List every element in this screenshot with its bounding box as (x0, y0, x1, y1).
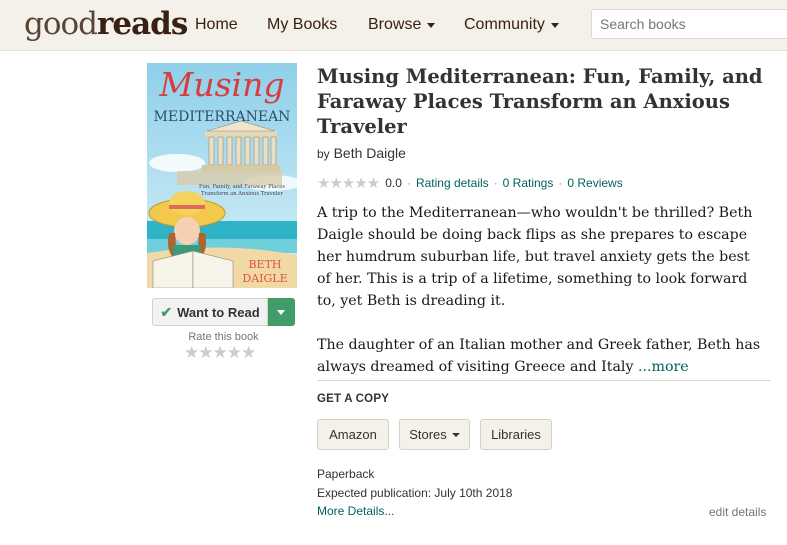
cover-title-caps: MEDITERRANEAN (154, 109, 291, 125)
publication-date: Expected publication: July 10th 2018 (317, 486, 513, 500)
nav-community[interactable]: Community (464, 0, 559, 50)
search-input[interactable] (591, 9, 787, 39)
nav-my-books[interactable]: My Books (267, 0, 337, 50)
top-navigation-bar: goodreads Home My Books Browse Community (0, 0, 787, 51)
ratings-count-link[interactable]: 0 Ratings (503, 176, 554, 190)
book-format: Paperback (317, 467, 375, 481)
edition-details: Paperback Expected publication: July 10t… (317, 465, 512, 503)
rate-star-icon[interactable]: ★ (198, 343, 213, 362)
nav-community-label: Community (464, 16, 545, 33)
average-rating-stars-icon: ★★★★★ (317, 175, 380, 192)
nav-my-books-label: My Books (267, 16, 338, 33)
rating-summary: ★★★★★ 0.0 · Rating details · 0 Ratings ·… (317, 174, 623, 192)
rate-star-icon[interactable]: ★ (241, 343, 256, 362)
author-byline: by Beth Daigle (317, 145, 406, 161)
cover-author-first: BETH (248, 258, 281, 271)
stores-dropdown-button[interactable]: Stores (399, 419, 470, 450)
want-to-read-button[interactable]: ✔ Want to Read (152, 298, 268, 326)
cover-author-last: DAIGLE (242, 272, 287, 285)
rate-star-icon[interactable]: ★ (227, 343, 242, 362)
cover-title-script: Musing (159, 65, 285, 104)
amazon-label: Amazon (329, 427, 377, 442)
stores-label: Stores (409, 427, 447, 442)
nav-browse[interactable]: Browse (368, 0, 436, 50)
get-a-copy-heading: GET A COPY (317, 393, 390, 405)
chevron-down-icon (451, 432, 460, 437)
rate-this-book-label: Rate this book (188, 331, 259, 343)
separator: · (406, 176, 411, 190)
amazon-button[interactable]: Amazon (317, 419, 389, 450)
author-link[interactable]: Beth Daigle (334, 145, 406, 161)
more-details-link[interactable]: More Details... (317, 504, 394, 518)
description-paragraph-1: A trip to the Mediterranean—who wouldn't… (317, 205, 753, 309)
rate-stars[interactable]: ★★★★★ (184, 343, 256, 362)
cover-subtitle-1: Fun, Family, and Faraway Places (199, 184, 285, 190)
rating-details-link[interactable]: Rating details (416, 176, 489, 190)
divider (317, 380, 771, 381)
libraries-button[interactable]: Libraries (480, 419, 552, 450)
book-description: A trip to the Mediterranean—who wouldn't… (317, 202, 767, 378)
libraries-label: Libraries (491, 427, 541, 442)
shelf-dropdown-button[interactable] (268, 298, 295, 326)
rate-star-icon[interactable]: ★ (184, 343, 199, 362)
rate-star-icon[interactable]: ★ (213, 343, 228, 362)
logo-text-good: good (24, 6, 98, 42)
book-cover-illustration: Musing MEDITERRANEAN Fun, Family, and Fa… (147, 63, 297, 288)
book-cover[interactable]: Musing MEDITERRANEAN Fun, Family, and Fa… (147, 63, 297, 288)
separator: · (493, 176, 498, 190)
average-rating-value: 0.0 (385, 176, 402, 190)
nav-home-label: Home (195, 16, 238, 33)
reviews-count-link[interactable]: 0 Reviews (567, 176, 622, 190)
book-title: Musing Mediterranean: Fun, Family, and F… (317, 65, 763, 138)
separator: · (558, 176, 563, 190)
description-paragraph-2-text: The daughter of an Italian mother and Gr… (317, 337, 761, 375)
want-to-read-widget: ✔ Want to Read (152, 298, 295, 326)
want-to-read-label: Want to Read (177, 304, 260, 320)
description-paragraph-2: The daughter of an Italian mother and Gr… (317, 334, 767, 378)
nav-home[interactable]: Home (195, 0, 238, 50)
edit-details-link[interactable]: edit details (709, 505, 766, 519)
chevron-down-icon (427, 22, 436, 28)
goodreads-logo[interactable]: goodreads (24, 6, 188, 42)
check-icon: ✔ (160, 303, 173, 320)
by-label: by (317, 147, 330, 161)
chevron-down-icon (550, 22, 559, 28)
nav-browse-label: Browse (368, 16, 422, 33)
more-link[interactable]: ...more (638, 359, 689, 375)
logo-text-reads: reads (97, 6, 188, 42)
cover-subtitle-2: Transform an Anxious Traveler (201, 191, 283, 197)
